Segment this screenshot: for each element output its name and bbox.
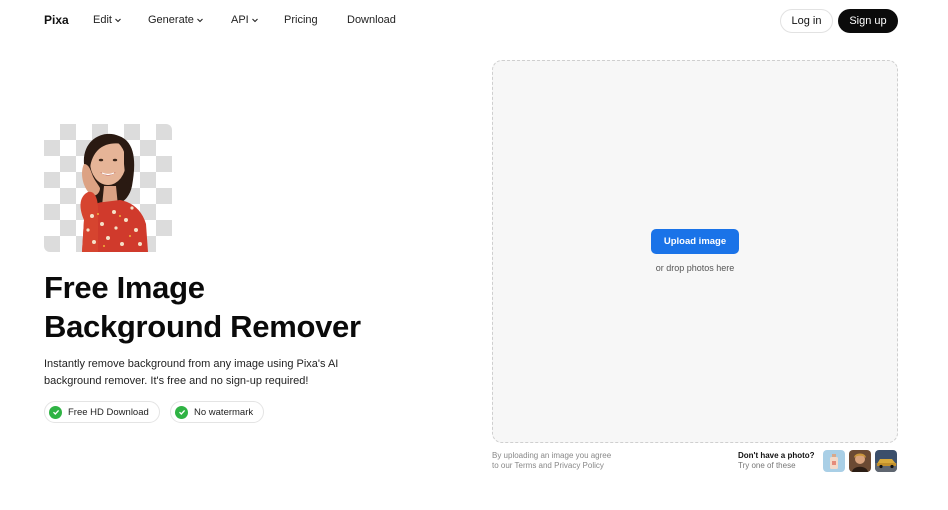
hero-example-image bbox=[44, 124, 172, 252]
badge-label: No watermark bbox=[194, 406, 254, 418]
signup-button[interactable]: Sign up bbox=[838, 9, 898, 33]
nav-download[interactable]: Download bbox=[347, 14, 396, 26]
check-icon bbox=[175, 405, 188, 419]
chevron-down-icon bbox=[251, 18, 258, 23]
no-photo-title: Don't have a photo? bbox=[738, 451, 815, 460]
page-title-line2: Background Remover bbox=[44, 309, 361, 344]
chevron-down-icon bbox=[196, 18, 203, 23]
upload-image-button[interactable]: Upload image bbox=[651, 229, 739, 254]
login-button[interactable]: Log in bbox=[780, 9, 833, 33]
no-photo-subtitle: Try one of these bbox=[738, 461, 796, 470]
top-navigation: Pixa Edit Generate API Pricing Download … bbox=[0, 0, 948, 40]
page-title: Free Image Background Remover bbox=[44, 268, 464, 346]
sample-photo-car[interactable] bbox=[875, 450, 897, 472]
nav-edit[interactable]: Edit bbox=[93, 14, 122, 26]
nav-edit-label: Edit bbox=[93, 14, 112, 26]
badge-free-hd-download: Free HD Download bbox=[44, 401, 160, 423]
woman-cutout-illustration bbox=[80, 133, 148, 252]
nav-pricing[interactable]: Pricing bbox=[284, 14, 318, 26]
portrait-thumbnail bbox=[849, 450, 871, 472]
check-icon bbox=[49, 405, 62, 419]
badge-label: Free HD Download bbox=[68, 406, 149, 418]
chevron-down-icon bbox=[115, 18, 121, 23]
nav-api-label: API bbox=[231, 14, 249, 26]
nav-generate[interactable]: Generate bbox=[148, 14, 204, 26]
page-title-line1: Free Image bbox=[44, 270, 205, 305]
terms-line2[interactable]: to our Terms and Privacy Policy bbox=[492, 461, 652, 471]
upload-terms-notice: By uploading an image you agree to our T… bbox=[492, 451, 652, 471]
nav-download-label: Download bbox=[347, 14, 396, 26]
badge-no-watermark: No watermark bbox=[170, 401, 265, 423]
hero-description: Instantly remove background from any ima… bbox=[44, 358, 339, 387]
nav-api[interactable]: API bbox=[231, 14, 259, 26]
sample-photo-portrait[interactable] bbox=[849, 450, 871, 472]
car-thumbnail bbox=[875, 450, 897, 472]
nav-generate-label: Generate bbox=[148, 14, 194, 26]
sample-photo-product[interactable] bbox=[823, 450, 845, 472]
drop-hint: or drop photos here bbox=[655, 263, 735, 273]
terms-line1: By uploading an image you agree bbox=[492, 451, 612, 460]
perfume-bottle-thumbnail bbox=[823, 450, 845, 472]
sample-photos-prompt: Don't have a photo? Try one of these bbox=[700, 451, 815, 471]
pixa-logo[interactable]: Pixa bbox=[44, 13, 69, 27]
nav-pricing-label: Pricing bbox=[284, 14, 318, 26]
